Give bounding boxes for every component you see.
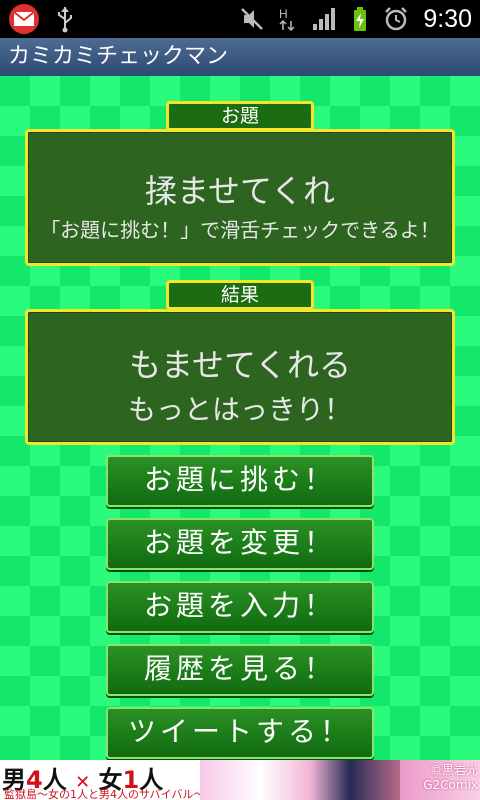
ad-artwork [200,760,400,800]
tweet-button[interactable]: ツイートする！ [106,707,374,759]
main-content: お題 揉ませてくれ 「お題に挑む！」で滑舌チェックできるよ！ 結果 もませてくれ… [0,76,480,760]
topic-label: お題 [166,101,314,131]
input-topic-button[interactable]: お題を入力！ [106,581,374,633]
result-comment: もっとはっきり！ [127,393,352,426]
result-board: もませてくれる もっとはっきり！ [25,309,455,445]
clock-time: 9:30 [423,4,472,33]
mail-notification-icon[interactable] [6,3,42,35]
usb-icon [58,7,72,33]
svg-text:H: H [279,7,288,21]
topic-hint: 「お題に挑む！」で滑舌チェックできるよ！ [40,218,440,242]
ad-artwork-right: ©黒岩光 G2Comix [400,760,480,800]
view-history-button[interactable]: 履歴を見る！ [106,644,374,696]
ad-subtitle: 監獄島～女の1人と男4人のサバイバル～ [4,788,205,800]
ad-credit: ©黒岩光 G2Comix [423,763,478,792]
status-bar: H 9:30 [0,0,480,38]
result-word: もませてくれる [128,346,352,384]
ad-banner[interactable]: 男4人 ✕ 女1人 監獄島～女の1人と男4人のサバイバル～ ©黒岩光 G2Com… [0,760,480,800]
challenge-topic-button[interactable]: お題に挑む！ [106,455,374,507]
app-title: カミカミチェックマン [8,44,229,69]
battery-charging-icon [354,7,367,31]
alarm-clock-icon [385,7,408,31]
topic-word: 揉ませてくれ [144,172,336,210]
topic-board: 揉ませてくれ 「お題に挑む！」で滑舌チェックできるよ！ [25,129,455,266]
silent-mode-icon [241,8,264,30]
signal-strength-icon [313,8,336,30]
app-title-bar: カミカミチェックマン [0,38,480,76]
change-topic-button[interactable]: お題を変更！ [106,518,374,570]
ad-text-panel: 男4人 ✕ 女1人 監獄島～女の1人と男4人のサバイバル～ [0,760,204,800]
result-label: 結果 [166,280,314,310]
network-h-icon: H [279,7,295,32]
